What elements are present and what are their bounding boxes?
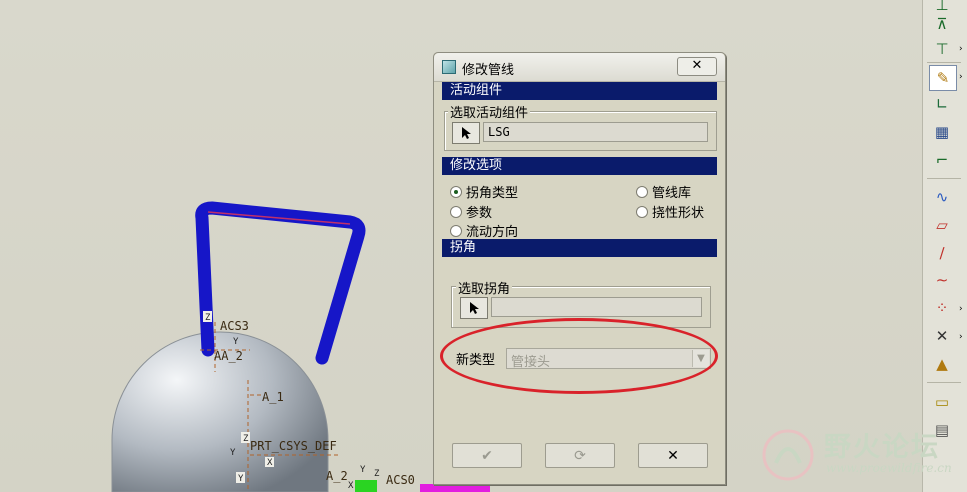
axis-y-prt: Y (230, 448, 236, 458)
radio-parameters[interactable]: 参数 (450, 202, 492, 221)
close-icon: ✕ (667, 447, 679, 464)
radio-corner-type[interactable]: 拐角类型 (450, 182, 518, 201)
radio-button[interactable] (636, 205, 648, 218)
select-corner-button[interactable] (460, 297, 488, 319)
right-toolbar: ⊥ ⊼ ⊤ › ✎ › ∟ ▦ ⌐ ∿ ▱ ∕ ∼ ⁘ › ✕ › ▲ ▭ ▤ (922, 0, 967, 492)
active-component-field[interactable]: LSG (483, 122, 708, 142)
radio-label: 挠性形状 (652, 206, 705, 221)
note-icon[interactable]: ▭ (929, 390, 955, 414)
axis-y-prt-2: Y (238, 474, 244, 484)
route-icon[interactable]: ⌐ (929, 148, 955, 172)
cancel-button[interactable]: ✕ (638, 443, 708, 468)
select-corner-group-title: 选取拐角 (456, 278, 513, 297)
refresh-icon: ⟳ (574, 447, 586, 464)
watermark-logo-icon (762, 429, 814, 481)
close-icon: ✕ (691, 58, 703, 73)
radio-button[interactable] (636, 185, 648, 198)
corner-icon[interactable]: ∟ (929, 92, 955, 116)
watermark-url: www.proewildfire.cn (826, 461, 952, 475)
cursor-arrow-icon (470, 302, 479, 314)
axis-y-acs0: Y (360, 465, 366, 475)
axis-icon[interactable]: ⊥ (929, 0, 955, 14)
radio-flow-direction[interactable]: 流动方向 (450, 221, 518, 240)
radio-label: 拐角类型 (466, 186, 519, 201)
axis-x-acs0: X (348, 481, 354, 491)
close-button[interactable]: ✕ (677, 57, 717, 76)
axis-z-acs0: Z (374, 469, 380, 479)
radio-label: 流动方向 (466, 225, 519, 240)
label-acs0: ACS0 (386, 473, 415, 487)
radio-button[interactable] (450, 205, 462, 218)
section-header-modify-options: 修改选项 (442, 157, 717, 175)
radio-pipeline-library[interactable]: 管线库 (636, 182, 691, 201)
measure-icon[interactable]: ▲ (929, 352, 955, 376)
datum-axis-icon[interactable]: ⊤ (929, 37, 955, 61)
radio-label: 参数 (466, 206, 493, 221)
grid-icon[interactable]: ▦ (929, 120, 955, 144)
radio-flexible-shape[interactable]: 挠性形状 (636, 202, 704, 221)
watermark-name: 野火论坛 (824, 432, 940, 463)
modify-pipeline-dialog: 修改管线 ✕ 活动组件 选取活动组件 LSG 修改选项 拐角类型 参数 流动方向… (433, 52, 726, 485)
label-a1: A_1 (262, 390, 284, 404)
dialog-title: 修改管线 (462, 63, 515, 78)
refresh-button[interactable]: ⟳ (545, 443, 615, 468)
axis-y-acs3: Y (233, 337, 239, 347)
label-a2: A_2 (326, 469, 348, 483)
dialog-app-icon (442, 60, 456, 74)
datum-plane-icon[interactable]: ⊼ (929, 12, 955, 36)
annotation-ellipse (440, 318, 718, 394)
cross-point-icon[interactable]: ✕ (929, 324, 955, 348)
select-corner-field[interactable] (491, 297, 702, 317)
dialog-titlebar[interactable]: 修改管线 ✕ (434, 53, 725, 82)
line-icon[interactable]: ∕ (929, 241, 955, 265)
axis-z-prt: Z (243, 434, 249, 444)
axis-z-acs3: Z (205, 313, 211, 323)
checkmark-icon: ✔ (481, 447, 493, 464)
axis-x-prt: X (267, 458, 273, 468)
radio-label: 管线库 (652, 186, 692, 201)
curve-icon[interactable]: ∿ (929, 185, 955, 209)
label-prt-csys-def: PRT_CSYS_DEF (250, 439, 337, 453)
radio-button-selected[interactable] (450, 185, 462, 198)
section-header-corner: 拐角 (442, 239, 717, 257)
active-component-group-title: 选取活动组件 (448, 102, 531, 121)
label-acs3: ACS3 (220, 319, 249, 333)
section-header-active-component: 活动组件 (442, 82, 717, 100)
sketch-icon[interactable]: ✎ (929, 65, 957, 91)
select-component-button[interactable] (452, 122, 480, 144)
label-aa2: AA_2 (214, 349, 243, 363)
spline-icon[interactable]: ∼ (929, 268, 955, 292)
watermark: 野火论坛 www.proewildfire.cn (760, 425, 960, 485)
point-icon[interactable]: ⁘ (929, 296, 955, 320)
cursor-arrow-icon (462, 127, 471, 139)
ok-button[interactable]: ✔ (452, 443, 522, 468)
plane-icon[interactable]: ▱ (929, 213, 955, 237)
radio-button[interactable] (450, 224, 462, 237)
